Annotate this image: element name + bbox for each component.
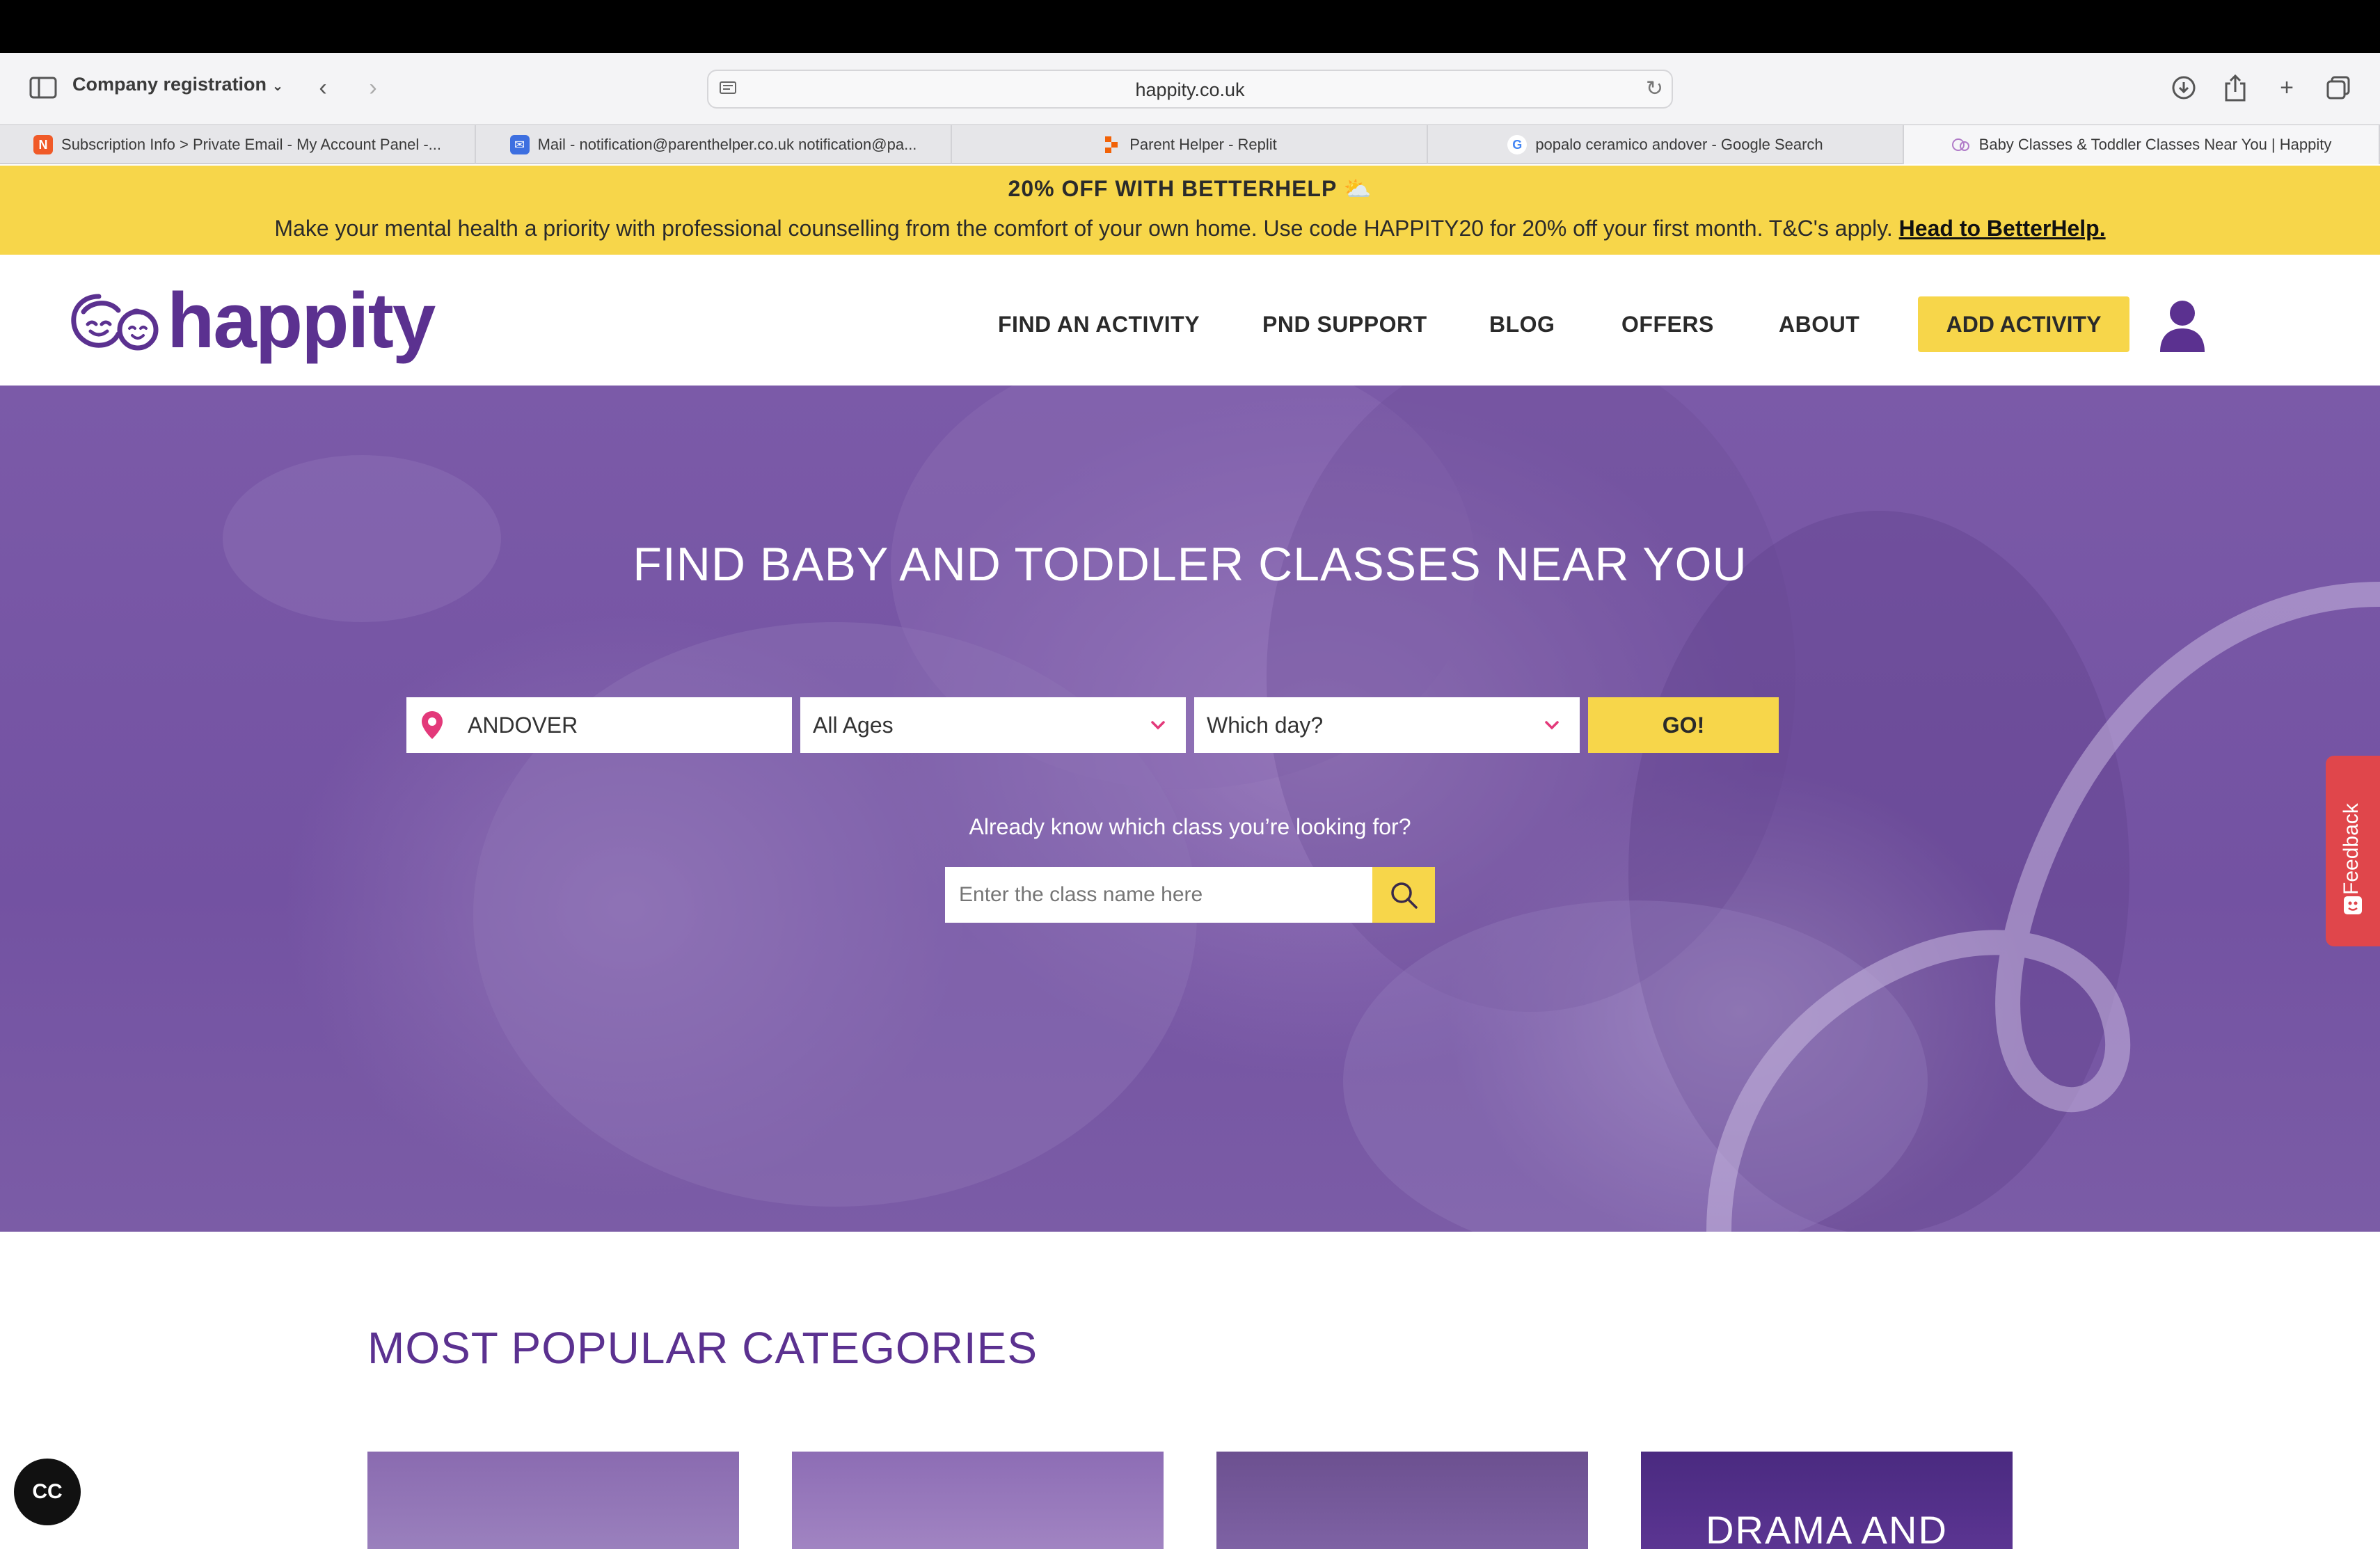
url-text: happity.co.uk bbox=[1135, 79, 1245, 100]
nav-offers[interactable]: OFFERS bbox=[1621, 312, 1714, 337]
tab-label: Subscription Info > Private Email - My A… bbox=[61, 136, 441, 153]
tab-google-search[interactable]: G popalo ceramico andover - Google Searc… bbox=[1428, 125, 1904, 164]
location-pin-icon bbox=[422, 711, 443, 739]
mail-icon: ✉ bbox=[509, 135, 530, 154]
tab-subscription-info[interactable]: N Subscription Info > Private Email - My… bbox=[0, 125, 476, 164]
download-icon[interactable] bbox=[2167, 71, 2200, 104]
promo-text: Make your mental health a priority with … bbox=[274, 216, 1893, 241]
tab-mail[interactable]: ✉ Mail - notification@parenthelper.co.uk… bbox=[476, 125, 952, 164]
share-icon[interactable] bbox=[2219, 71, 2252, 104]
new-tab-icon[interactable]: + bbox=[2270, 71, 2303, 104]
forward-icon[interactable]: › bbox=[356, 71, 390, 104]
happity-icon bbox=[1951, 135, 1971, 154]
google-icon: G bbox=[1507, 135, 1528, 154]
category-card-label: DRAMA AND bbox=[1706, 1508, 1948, 1549]
age-select[interactable]: All Ages bbox=[800, 697, 1186, 753]
nav-blog[interactable]: BLOG bbox=[1489, 312, 1555, 337]
popular-categories-title: MOST POPULAR CATEGORIES bbox=[367, 1323, 1038, 1373]
location-value: ANDOVER bbox=[468, 712, 578, 738]
tab-strip: N Subscription Info > Private Email - My… bbox=[0, 125, 2380, 164]
day-value: Which day? bbox=[1207, 712, 1324, 738]
promo-banner: 20% OFF WITH BETTERHELP ⛅ Make your ment… bbox=[0, 166, 2380, 255]
popular-categories-section: MOST POPULAR CATEGORIES DRAMA AND bbox=[0, 1232, 2380, 1549]
category-card[interactable] bbox=[367, 1452, 739, 1549]
tab-label: Mail - notification@parenthelper.co.uk n… bbox=[537, 136, 917, 153]
tab-overview-icon[interactable] bbox=[2322, 71, 2355, 104]
site-header: happity FIND AN ACTIVITY PND SUPPORT BLO… bbox=[0, 255, 2380, 386]
chevron-down-icon bbox=[1545, 721, 1559, 730]
logo-wordmark: happity bbox=[167, 277, 436, 364]
chevron-down-icon bbox=[1151, 721, 1165, 730]
sidebar-toggle-icon[interactable] bbox=[26, 71, 60, 104]
closed-captions-button[interactable]: CC bbox=[14, 1459, 81, 1525]
promo-text-line: Make your mental health a priority with … bbox=[0, 216, 2380, 241]
hero-title: FIND BABY AND TODDLER CLASSES NEAR YOU bbox=[633, 538, 1747, 591]
feedback-label: Feedback bbox=[2340, 803, 2363, 895]
cc-icon: CC bbox=[32, 1480, 63, 1503]
nav-find-an-activity[interactable]: FIND AN ACTIVITY bbox=[998, 312, 1200, 337]
replit-icon bbox=[1102, 135, 1121, 154]
tab-happity[interactable]: Baby Classes & Toddler Classes Near You … bbox=[1904, 125, 2380, 164]
user-account-icon[interactable] bbox=[2155, 298, 2210, 354]
browser-toolbar: Company registration ⌄ ‹ › happity.co.uk… bbox=[0, 53, 2380, 125]
class-search-button[interactable] bbox=[1372, 867, 1435, 923]
class-name-input[interactable] bbox=[945, 867, 1372, 923]
day-select[interactable]: Which day? bbox=[1194, 697, 1580, 753]
age-value: All Ages bbox=[813, 712, 894, 738]
hero-section: FIND BABY AND TODDLER CLASSES NEAR YOU A… bbox=[0, 386, 2380, 1232]
happity-faces-icon bbox=[71, 294, 159, 351]
happity-logo[interactable]: happity bbox=[70, 277, 436, 364]
back-icon[interactable]: ‹ bbox=[306, 71, 340, 104]
nav-pnd-support[interactable]: PND SUPPORT bbox=[1262, 312, 1427, 337]
location-input[interactable]: ANDOVER bbox=[406, 697, 792, 753]
address-bar[interactable]: happity.co.uk ↻ bbox=[707, 70, 1673, 109]
promo-title: 20% OFF WITH BETTERHELP ⛅ bbox=[1008, 176, 1372, 201]
tab-label: popalo ceramico andover - Google Search bbox=[1535, 136, 1823, 153]
search-icon bbox=[1391, 882, 1418, 909]
betterhelp-link[interactable]: Head to BetterHelp. bbox=[1899, 216, 2106, 241]
system-top-bar bbox=[0, 0, 2380, 53]
tab-label: Baby Classes & Toddler Classes Near You … bbox=[1978, 136, 2332, 153]
tab-group-name[interactable]: Company registration ⌄ bbox=[72, 74, 283, 95]
hero-background-photo bbox=[223, 386, 2380, 1232]
category-card[interactable] bbox=[792, 1452, 1164, 1549]
chevron-down-icon: ⌄ bbox=[271, 79, 284, 94]
tab-replit[interactable]: Parent Helper - Replit bbox=[952, 125, 1428, 164]
add-activity-button[interactable]: ADD ACTIVITY bbox=[1918, 296, 2129, 352]
category-card-drama[interactable]: DRAMA AND bbox=[1641, 1452, 2013, 1549]
already-know-text: Already know which class you’re looking … bbox=[969, 814, 1411, 839]
namecheap-favicon-icon: N bbox=[33, 135, 54, 154]
tab-label: Parent Helper - Replit bbox=[1129, 136, 1277, 153]
category-card[interactable] bbox=[1216, 1452, 1588, 1549]
nav-about[interactable]: ABOUT bbox=[1779, 312, 1859, 337]
feedback-smile-icon bbox=[2344, 896, 2362, 914]
feedback-tab[interactable]: Feedback bbox=[2326, 756, 2380, 946]
go-button[interactable]: GO! bbox=[1588, 697, 1779, 753]
reload-icon[interactable]: ↻ bbox=[1646, 77, 1663, 101]
